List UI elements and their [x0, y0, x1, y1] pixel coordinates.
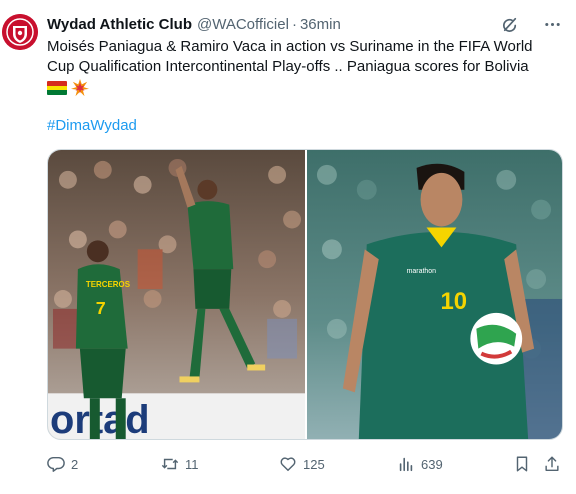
collision-icon [71, 79, 89, 97]
players-celebrating-image: ortad TERCEROS 7 [48, 150, 305, 439]
svg-text:7: 7 [96, 298, 106, 318]
like-icon [280, 457, 296, 472]
display-name[interactable]: Wydad Athletic Club [47, 16, 192, 33]
svg-text:TERCEROS: TERCEROS [86, 280, 130, 289]
retweet-count: 11 [185, 456, 199, 472]
header-actions [500, 14, 562, 34]
views-icon [399, 457, 413, 472]
retweet-button[interactable]: 11 [161, 455, 199, 473]
avatar[interactable] [2, 14, 38, 50]
photo-right[interactable]: marathon 10 [307, 150, 562, 439]
hashtag-link[interactable]: #DimaWydad [47, 117, 137, 134]
player-with-ball-image: marathon 10 [307, 150, 562, 439]
tweet-text: Moisés Paniagua & Ramiro Vaca in action … [47, 38, 533, 75]
tweet-actions: 2 11 125 639 [47, 453, 563, 475]
bookmark-button[interactable] [513, 455, 531, 473]
tweet[interactable]: Wydad Athletic Club @WACofficiel · 36min… [0, 0, 576, 494]
brand-text: marathon [407, 268, 437, 275]
grok-icon[interactable] [500, 14, 520, 34]
emoji-row [47, 79, 89, 97]
more-icon[interactable] [542, 14, 562, 34]
reply-icon [47, 456, 65, 472]
photo-left[interactable]: ortad TERCEROS 7 [48, 150, 305, 439]
retweet-icon [161, 458, 179, 470]
like-count: 125 [303, 456, 325, 472]
like-button[interactable]: 125 [279, 455, 325, 473]
views-count: 639 [421, 456, 443, 472]
share-icon [545, 456, 559, 472]
reply-button[interactable]: 2 [47, 455, 78, 473]
views-button[interactable]: 639 [397, 455, 443, 473]
club-crest-icon [2, 14, 38, 50]
share-button[interactable] [543, 455, 561, 473]
user-handle[interactable]: @WACofficiel [197, 16, 289, 33]
media-grid: ortad TERCEROS 7 [47, 149, 563, 440]
bookmark-icon [516, 456, 528, 472]
bolivia-flag-icon [47, 81, 67, 95]
timestamp[interactable]: 36min [300, 16, 341, 33]
separator: · [291, 15, 297, 33]
reply-count: 2 [71, 456, 79, 472]
tweet-header: Wydad Athletic Club @WACofficiel · 36min [47, 14, 341, 34]
shirt-number-text: 10 [440, 288, 467, 315]
